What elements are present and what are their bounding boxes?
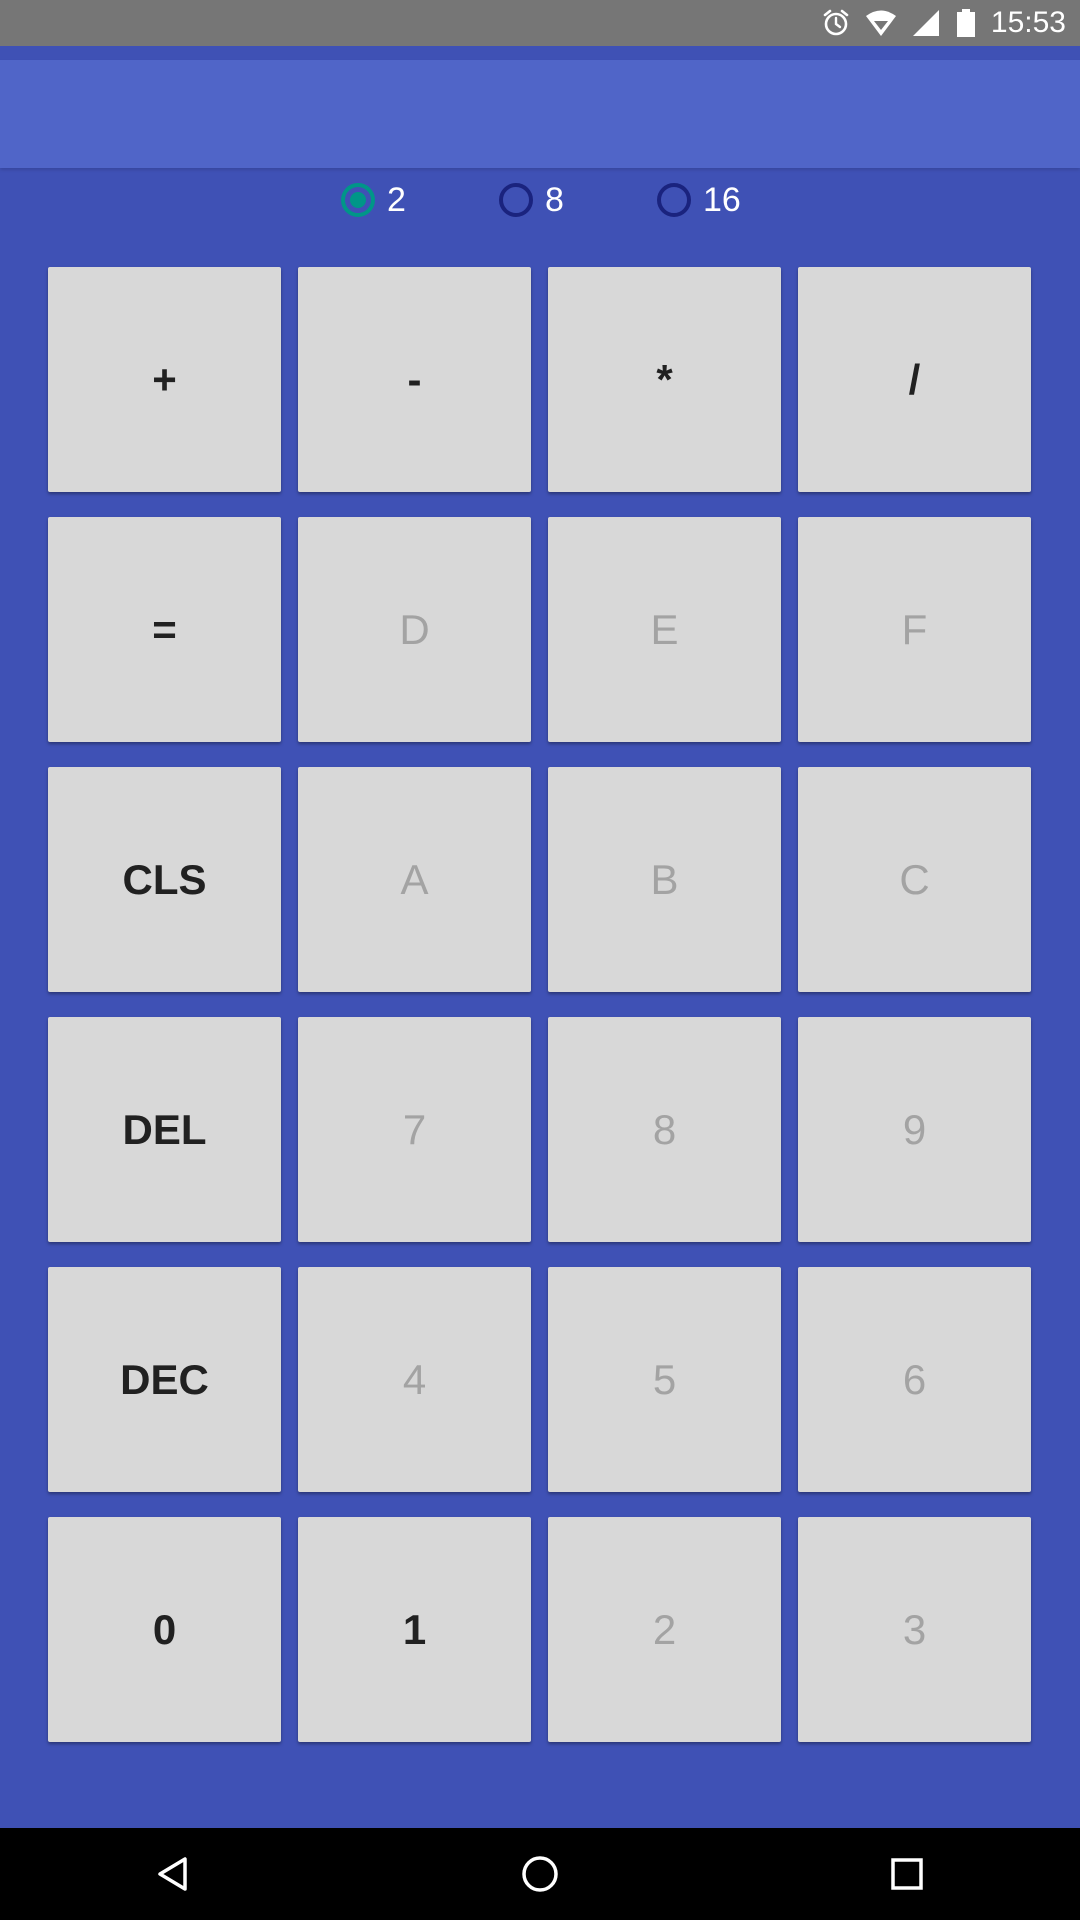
key-a[interactable]: A	[298, 767, 531, 992]
battery-icon	[955, 8, 977, 38]
key-plus[interactable]: +	[48, 267, 281, 492]
key-5[interactable]: 5	[548, 1267, 781, 1492]
key-dec[interactable]: DEC	[48, 1267, 281, 1492]
key-c[interactable]: C	[798, 767, 1031, 992]
radio-base-8[interactable]: 8	[499, 180, 564, 220]
key-multiply[interactable]: *	[548, 267, 781, 492]
key-7[interactable]: 7	[298, 1017, 531, 1242]
wifi-icon	[865, 8, 897, 38]
key-3[interactable]: 3	[798, 1517, 1031, 1742]
result-display	[0, 60, 1080, 168]
base-radio-group: 2 8 16	[0, 168, 1080, 232]
recents-icon	[891, 1858, 923, 1890]
key-f[interactable]: F	[798, 517, 1031, 742]
radio-label: 2	[387, 180, 406, 219]
radio-base-16[interactable]: 16	[657, 180, 741, 220]
radio-base-2[interactable]: 2	[341, 180, 406, 220]
app-bar-strip	[0, 46, 1080, 60]
signal-icon	[911, 8, 941, 38]
key-d[interactable]: D	[298, 517, 531, 742]
recents-button[interactable]	[847, 1828, 967, 1920]
back-icon	[158, 1857, 187, 1891]
home-icon	[522, 1856, 558, 1892]
key-cls[interactable]: CLS	[48, 767, 281, 992]
home-button[interactable]	[480, 1828, 600, 1920]
key-1[interactable]: 1	[298, 1517, 531, 1742]
radio-label: 16	[703, 180, 741, 219]
key-6[interactable]: 6	[798, 1267, 1031, 1492]
radio-unchecked-icon[interactable]	[657, 183, 691, 217]
key-equals[interactable]: =	[48, 517, 281, 742]
key-del[interactable]: DEL	[48, 1017, 281, 1242]
radio-checked-icon[interactable]	[341, 183, 375, 217]
status-bar: 15:53	[0, 0, 1080, 46]
key-2[interactable]: 2	[548, 1517, 781, 1742]
keypad: + - * / = D E F CLS A B C DEL 7 8 9 DEC …	[48, 267, 1032, 1742]
radio-label: 8	[545, 180, 564, 219]
radio-unchecked-icon[interactable]	[499, 183, 533, 217]
back-button[interactable]	[113, 1828, 233, 1920]
key-minus[interactable]: -	[298, 267, 531, 492]
key-b[interactable]: B	[548, 767, 781, 992]
key-divide[interactable]: /	[798, 267, 1031, 492]
key-9[interactable]: 9	[798, 1017, 1031, 1242]
navigation-bar	[0, 1828, 1080, 1920]
key-0[interactable]: 0	[48, 1517, 281, 1742]
key-4[interactable]: 4	[298, 1267, 531, 1492]
key-8[interactable]: 8	[548, 1017, 781, 1242]
key-e[interactable]: E	[548, 517, 781, 742]
alarm-icon	[821, 8, 851, 38]
status-time: 15:53	[990, 6, 1066, 39]
status-icons: 15:53	[821, 0, 1066, 46]
